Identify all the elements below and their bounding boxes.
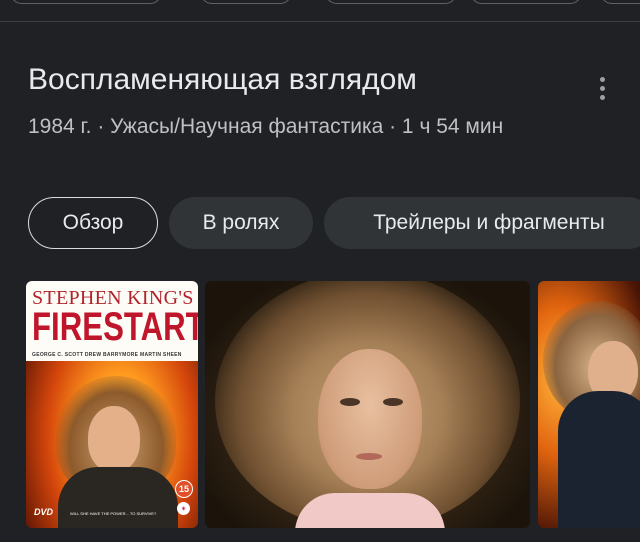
- previous-chip[interactable]: [200, 0, 292, 4]
- still-mouth: [356, 453, 382, 460]
- still2-body: [558, 391, 640, 528]
- still-art-2: [538, 281, 640, 528]
- more-options-button[interactable]: [588, 72, 616, 104]
- age-rating-badge: 15: [175, 480, 193, 498]
- previous-chip[interactable]: [10, 0, 162, 4]
- tab-bar: Обзор В ролях Трейлеры и фрагменты: [28, 197, 640, 251]
- movie-poster-image[interactable]: STEPHEN KING'S FIRESTARTER GEORGE C. SCO…: [26, 281, 198, 528]
- poster-brand-line2: FIRESTARTER: [32, 305, 198, 349]
- previous-chip[interactable]: [600, 0, 640, 4]
- poster-figure-face: [88, 406, 140, 472]
- still-face: [318, 349, 422, 489]
- still-collar: [295, 493, 445, 528]
- tab-overview[interactable]: Обзор: [28, 197, 158, 249]
- more-vert-icon-dot: [599, 94, 605, 100]
- divider: [0, 21, 640, 22]
- more-vert-icon: [599, 76, 605, 82]
- rating-seal-icon: ✶: [177, 502, 190, 515]
- poster-art: STEPHEN KING'S FIRESTARTER GEORGE C. SCO…: [26, 281, 198, 528]
- previous-chips-row: [0, 0, 640, 20]
- still-eye-left: [340, 398, 360, 406]
- movie-meta: 1984 г. · Ужасы/Научная фантастика · 1 ч…: [28, 115, 504, 138]
- poster-cast: GEORGE C. SCOTT DREW BARRYMORE MARTIN SH…: [32, 352, 182, 358]
- dvd-logo: DVD: [34, 507, 54, 517]
- more-vert-icon-dot: [599, 85, 605, 91]
- still-art: [205, 281, 530, 528]
- tab-trailers[interactable]: Трейлеры и фрагменты: [324, 197, 640, 249]
- movie-still-image-2[interactable]: [538, 281, 640, 528]
- still-eye-right: [383, 398, 403, 406]
- tab-cast[interactable]: В ролях: [169, 197, 313, 249]
- knowledge-panel: Воспламеняющая взглядом 1984 г. · Ужасы/…: [0, 0, 640, 542]
- movie-still-image[interactable]: [205, 281, 530, 528]
- previous-chip[interactable]: [325, 0, 457, 4]
- poster-tagline: WILL SHE HAVE THE POWER... TO SURVIVE?: [70, 511, 157, 516]
- movie-title: Воспламеняющая взглядом: [28, 63, 417, 96]
- poster-figure-body: [58, 467, 178, 528]
- previous-chip[interactable]: [470, 0, 582, 4]
